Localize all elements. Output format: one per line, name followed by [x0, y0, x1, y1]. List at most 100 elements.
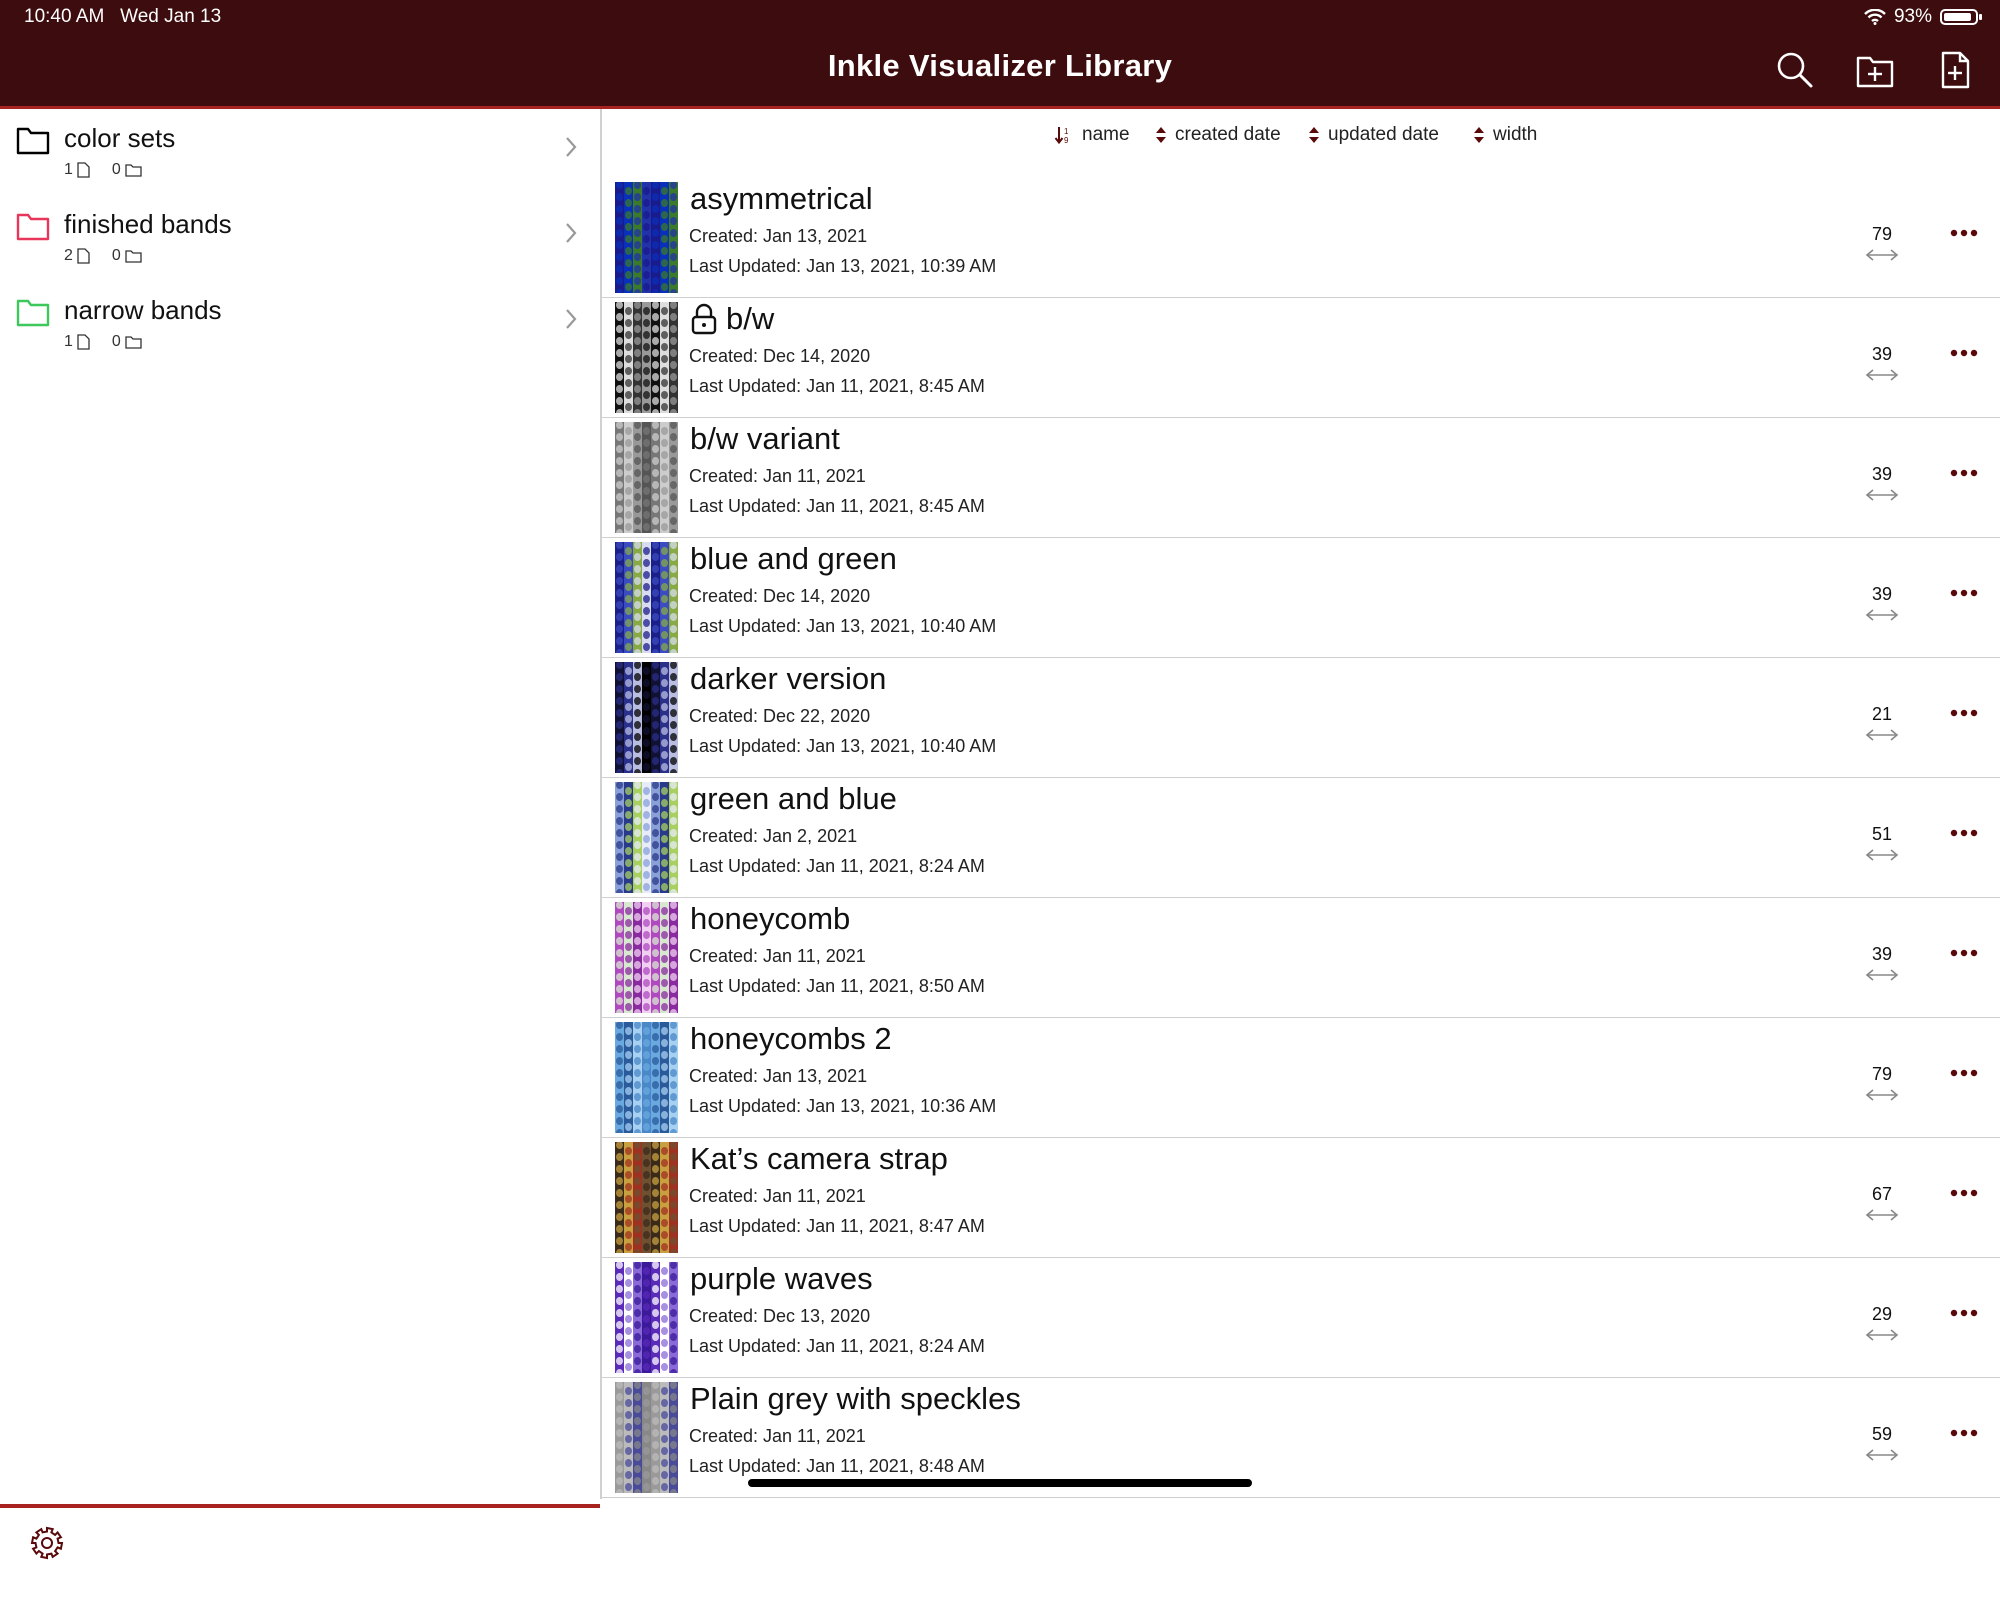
pattern-name-line: b/w variant: [690, 421, 840, 457]
more-options-icon[interactable]: [1944, 1418, 1984, 1448]
more-options-icon[interactable]: [1944, 1178, 1984, 1208]
pattern-updated: Last Updated: Jan 13, 2021, 10:39 AM: [689, 256, 997, 276]
folder-name: color sets: [64, 123, 176, 153]
folder-row[interactable]: narrow bands 1 0: [0, 281, 600, 365]
pattern-width: 39: [1871, 944, 1893, 964]
small-folder-icon: [125, 336, 142, 349]
pattern-updated: Last Updated: Jan 13, 2021, 10:36 AM: [689, 1096, 997, 1116]
pattern-name: blue and green: [690, 541, 897, 576]
sort-created-label: created date: [1175, 124, 1281, 145]
folder-counts: 20: [64, 247, 142, 265]
sort-by-updated-date[interactable]: updated date: [1308, 124, 1439, 146]
sort-by-name[interactable]: 1 9 name: [1054, 124, 1130, 146]
home-indicator[interactable]: [748, 1479, 1252, 1487]
pattern-thumbnail: [615, 542, 678, 653]
sort-by-width[interactable]: width: [1473, 124, 1537, 146]
folder-icon: [16, 213, 50, 241]
more-options-icon[interactable]: [1944, 458, 1984, 488]
folder-counts: 10: [64, 161, 142, 179]
pattern-name: honeycomb: [690, 901, 851, 936]
pattern-name-line: blue and green: [690, 541, 897, 577]
more-options-icon[interactable]: [1944, 338, 1984, 368]
file-count: 1: [64, 333, 73, 350]
subfolder-count: 0: [111, 333, 121, 350]
pattern-created: Created: Dec 22, 2020: [689, 706, 871, 726]
pattern-width: 51: [1871, 824, 1893, 844]
file-icon: [77, 162, 90, 178]
pattern-name: b/w variant: [690, 421, 840, 456]
pattern-updated: Last Updated: Jan 13, 2021, 10:40 AM: [689, 736, 997, 756]
pattern-created: Created: Jan 11, 2021: [689, 1186, 866, 1206]
lock-icon: [691, 303, 717, 335]
folder-row[interactable]: color sets 1 0: [0, 109, 600, 193]
width-arrow-icon: [1865, 489, 1899, 501]
more-options-icon[interactable]: [1944, 938, 1984, 968]
battery-icon: [1940, 9, 1982, 25]
more-options-icon[interactable]: [1944, 818, 1984, 848]
width-arrow-icon: [1865, 369, 1899, 381]
pattern-row[interactable]: Kat’s camera strap Created: Jan 11, 2021 L…: [602, 1138, 2000, 1258]
new-folder-icon[interactable]: [1855, 50, 1895, 90]
sort-bar: 1 9 name created date updated date width: [602, 112, 2000, 168]
pattern-name: purple waves: [690, 1261, 873, 1296]
pattern-name: darker version: [690, 661, 887, 696]
pattern-width: 29: [1871, 1304, 1893, 1324]
pattern-row[interactable]: darker version Created: Dec 22, 2020 Last …: [602, 658, 2000, 778]
new-document-icon[interactable]: [1935, 50, 1975, 90]
wifi-icon: [1864, 9, 1886, 25]
pattern-updated: Last Updated: Jan 11, 2021, 8:48 AM: [689, 1456, 985, 1476]
search-icon[interactable]: [1775, 50, 1815, 90]
chevron-right-icon: [566, 137, 577, 157]
small-folder-icon: [125, 250, 142, 263]
more-options-icon[interactable]: [1944, 1058, 1984, 1088]
pattern-name: green and blue: [690, 781, 897, 816]
battery-percent: 93%: [1893, 6, 1932, 27]
pattern-row[interactable]: asymmetrical Created: Jan 13, 2021 Last Up…: [602, 178, 2000, 298]
more-options-icon[interactable]: [1944, 218, 1984, 248]
pattern-row[interactable]: purple waves Created: Dec 13, 2020 Last Up…: [602, 1258, 2000, 1378]
sort-name-label: name: [1082, 124, 1130, 145]
status-date: Wed Jan 13: [120, 6, 222, 27]
folder-name: narrow bands: [64, 295, 222, 325]
pattern-width: 21: [1871, 704, 1893, 724]
sidebar: color sets 1 0 finished bands 2 0 narrow bands…: [0, 109, 602, 1560]
small-folder-icon: [125, 164, 142, 177]
width-arrow-icon: [1865, 1209, 1899, 1221]
status-right: 93%: [1864, 6, 1982, 28]
folder-row[interactable]: finished bands 2 0: [0, 195, 600, 279]
pattern-row[interactable]: green and blue Created: Jan 2, 2021 Last U…: [602, 778, 2000, 898]
pattern-name-line: honeycombs 2: [690, 1021, 892, 1057]
pattern-created: Created: Jan 2, 2021: [689, 826, 858, 846]
gear-icon[interactable]: [30, 1526, 64, 1560]
pattern-thumbnail: [615, 182, 678, 293]
chevron-right-icon: [566, 309, 577, 329]
pattern-row[interactable]: b/w variant Created: Jan 11, 2021 Last Upd…: [602, 418, 2000, 538]
sort-by-created-date[interactable]: created date: [1155, 124, 1281, 146]
pattern-row[interactable]: blue and green Created: Dec 14, 2020 Last …: [602, 538, 2000, 658]
file-count: 2: [64, 247, 73, 264]
pattern-name-line: honeycomb: [690, 901, 850, 937]
svg-text:1: 1: [1064, 127, 1069, 136]
more-options-icon[interactable]: [1944, 578, 1984, 608]
folder-counts: 10: [64, 333, 142, 351]
pattern-thumbnail: [615, 302, 678, 413]
pattern-row[interactable]: b/w Created: Dec 14, 2020 Last Updated: Ja…: [602, 298, 2000, 418]
pattern-row[interactable]: honeycombs 2 Created: Jan 13, 2021 Last Up…: [602, 1018, 2000, 1138]
pattern-name: b/w: [726, 301, 775, 336]
pattern-row[interactable]: honeycomb Created: Jan 11, 2021 Last Updat…: [602, 898, 2000, 1018]
sort-toggle-icon: [1309, 127, 1319, 143]
sort-updated-label: updated date: [1328, 124, 1439, 145]
pattern-width: 79: [1871, 224, 1893, 244]
folder-name: finished bands: [64, 209, 232, 239]
pattern-width: 79: [1871, 1064, 1893, 1084]
pattern-created: Created: Jan 13, 2021: [689, 1066, 868, 1086]
pattern-name-line: green and blue: [690, 781, 897, 817]
folder-icon: [16, 127, 50, 155]
pattern-width: 39: [1871, 344, 1893, 364]
chevron-right-icon: [566, 223, 577, 243]
pattern-created: Created: Dec 14, 2020: [689, 346, 871, 366]
pattern-name-line: Plain grey with speckles: [690, 1381, 1021, 1417]
navigation-bar: 10:40 AM Wed Jan 13 93% Inkle Visualizer…: [0, 0, 2000, 109]
more-options-icon[interactable]: [1944, 698, 1984, 728]
more-options-icon[interactable]: [1944, 1298, 1984, 1328]
